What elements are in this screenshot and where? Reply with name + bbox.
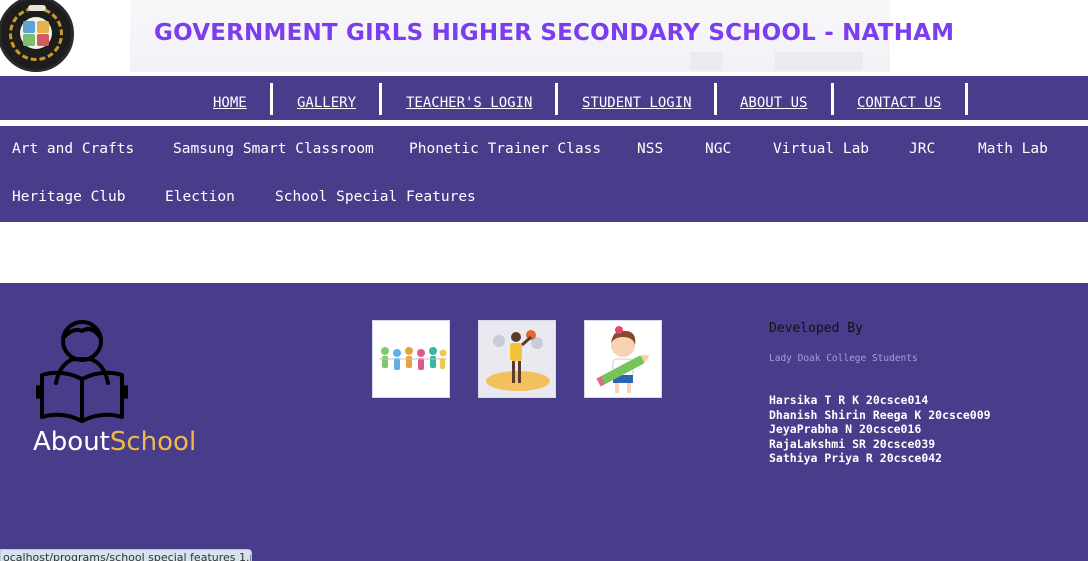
activity-smart-classroom-link[interactable]: Samsung Smart Classroom (173, 141, 374, 157)
activity-ngc-link[interactable]: NGC (705, 141, 731, 157)
emblem-quadrant (23, 34, 35, 46)
emblem-top-banner (28, 5, 46, 11)
developers-subtitle: Lady Doak College Students (769, 353, 918, 364)
nav-separator (831, 83, 834, 115)
activity-heritage-club-link[interactable]: Heritage Club (12, 189, 126, 205)
reading-student-icon (36, 320, 128, 423)
emblem-quadrant (37, 34, 49, 46)
developer-item: Harsika T R K 20csce014 (769, 393, 929, 407)
nav-home-link[interactable]: HOME (213, 95, 247, 111)
school-word: School (109, 427, 197, 457)
activities-nav: Art and Crafts Samsung Smart Classroom P… (0, 126, 1088, 222)
school-title: GOVERNMENT GIRLS HIGHER SECONDARY SCHOOL… (154, 20, 955, 46)
banner-decoration (775, 52, 863, 70)
nav-contact-us-link[interactable]: CONTACT US (857, 95, 941, 111)
developer-item: Dhanish Shirin Reega K 20csce009 (769, 407, 991, 422)
main-nav: HOME GALLERY TEACHER'S LOGIN STUDENT LOG… (0, 76, 1088, 120)
activity-special-features-link[interactable]: School Special Features (275, 189, 476, 205)
nav-student-login-link[interactable]: STUDENT LOGIN (582, 95, 692, 111)
sports-player-image[interactable] (478, 320, 556, 398)
nav-separator (379, 83, 382, 115)
header: GOVERNMENT GIRLS HIGHER SECONDARY SCHOOL… (0, 0, 1088, 76)
browser-status-bar: ocalhost/programs/school special feature… (0, 549, 252, 561)
activity-virtual-lab-link[interactable]: Virtual Lab (773, 141, 869, 157)
nav-separator (965, 83, 968, 115)
activity-math-lab-link[interactable]: Math Lab (978, 141, 1048, 157)
nav-separator (555, 83, 558, 115)
status-url: ocalhost/programs/school special feature… (3, 551, 252, 561)
school-emblem-icon[interactable] (0, 0, 74, 72)
developer-item: Sathiya Priya R 20csce042 (769, 451, 943, 466)
developed-by-heading: Developed By (769, 321, 863, 336)
emblem-quadrant (37, 21, 49, 33)
nav-gallery-link[interactable]: GALLERY (297, 95, 356, 111)
activity-phonetic-trainer-link[interactable]: Phonetic Trainer Class (409, 141, 601, 157)
developers-list: Harsika T R K 20csce014 Dhanish Shirin R… (769, 393, 991, 466)
activity-art-and-crafts-link[interactable]: Art and Crafts (12, 141, 134, 157)
activity-election-link[interactable]: Election (165, 189, 235, 205)
nav-about-us-link[interactable]: ABOUT US (740, 95, 807, 111)
girl-with-pencil-image[interactable] (584, 320, 662, 398)
emblem-quadrant (23, 21, 35, 33)
title-banner: GOVERNMENT GIRLS HIGHER SECONDARY SCHOOL… (130, 0, 955, 72)
nav-teachers-login-link[interactable]: TEACHER'S LOGIN (406, 95, 532, 111)
developer-item: JeyaPrabha N 20csce016 (769, 422, 922, 437)
developer-item: RajaLakshmi SR 20csce039 (769, 436, 936, 451)
about-word: About (33, 427, 110, 457)
nav-separator (270, 83, 273, 115)
activity-jrc-link[interactable]: JRC (909, 141, 935, 157)
activity-nss-link[interactable]: NSS (637, 141, 663, 157)
children-holding-hands-image[interactable] (372, 320, 450, 398)
nav-separator (714, 83, 717, 115)
footer: AboutSchool Developed By Lady Doak Colle… (0, 283, 1088, 561)
about-school-heading: AboutSchool (33, 427, 196, 457)
banner-decoration (690, 52, 722, 70)
